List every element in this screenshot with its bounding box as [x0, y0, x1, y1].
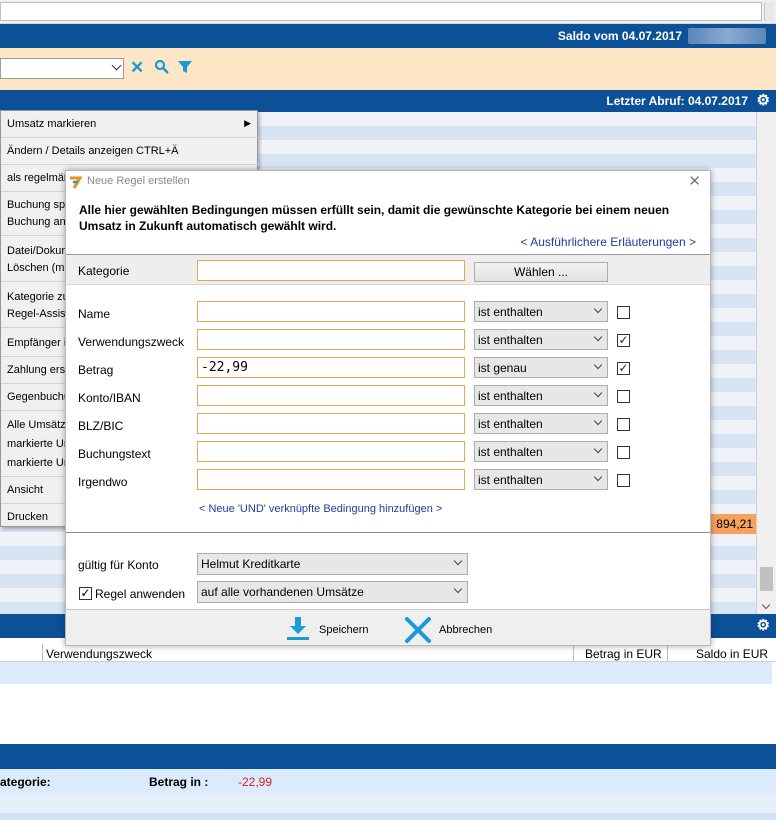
- menu-item-aendern[interactable]: Ändern / Details anzeigen CTRL+Ä: [1, 138, 259, 165]
- condition-operator-name[interactable]: ist enthalten: [474, 301, 608, 322]
- col-verwendungszweck[interactable]: Verwendungszweck: [46, 647, 152, 661]
- condition-checkbox-name[interactable]: [617, 306, 630, 319]
- apply-rule-checkbox[interactable]: ✓: [79, 587, 92, 600]
- condition-input-betrag[interactable]: -22,99: [197, 357, 465, 378]
- condition-input-buchungstext[interactable]: [197, 441, 465, 462]
- condition-label-verwendungszweck: Verwendungszweck: [78, 335, 185, 349]
- condition-input-name[interactable]: [197, 301, 465, 322]
- gear-icon[interactable]: ⚙: [757, 618, 770, 633]
- clear-filter-icon[interactable]: ✕: [130, 59, 144, 77]
- col-betrag[interactable]: Betrag in EUR: [585, 647, 662, 661]
- saldo-value-blurred: [688, 28, 766, 44]
- condition-operator-irgendwo[interactable]: ist enthalten: [474, 469, 608, 490]
- close-icon: [405, 617, 431, 643]
- submenu-arrow-icon: ▶: [244, 118, 251, 128]
- detail-empty-area: [0, 684, 772, 744]
- scroll-down-icon[interactable]: [761, 600, 771, 610]
- apply-rule-label[interactable]: Regel anwenden: [95, 587, 185, 601]
- condition-input-verwendungszweck[interactable]: [197, 329, 465, 350]
- condition-checkbox-konto[interactable]: [617, 390, 630, 403]
- chevron-down-icon: [593, 360, 603, 370]
- detail-row[interactable]: [0, 662, 772, 684]
- account-select[interactable]: Helmut Kreditkarte: [197, 553, 468, 575]
- apply-scope-select[interactable]: auf alle vorhandenen Umsätze: [197, 581, 468, 603]
- download-icon: [287, 617, 309, 640]
- abruf-label: Letzter Abruf: 04.07.2017: [606, 94, 748, 108]
- condition-input-blz[interactable]: [197, 413, 465, 434]
- chevron-down-icon: [593, 332, 603, 342]
- condition-checkbox-buchungstext[interactable]: [617, 446, 630, 459]
- condition-input-irgendwo[interactable]: [197, 469, 465, 490]
- chevron-down-icon: [593, 444, 603, 454]
- table-scrollbar[interactable]: [756, 112, 776, 614]
- chevron-down-icon: [593, 416, 603, 426]
- new-rule-dialog: Neue Regel erstellen ✕ Alle hier gewählt…: [65, 170, 711, 646]
- gear-icon[interactable]: ⚙: [757, 93, 770, 108]
- chevron-down-icon: [453, 556, 463, 566]
- condition-checkbox-blz[interactable]: [617, 418, 630, 431]
- info-row-2: [0, 793, 776, 813]
- condition-label-name: Name: [78, 307, 111, 321]
- menu-item-umsatz-markieren[interactable]: Umsatz markieren ▶: [1, 111, 259, 138]
- filter-combo[interactable]: [0, 58, 124, 79]
- save-button[interactable]: Speichern: [285, 616, 375, 642]
- chevron-down-icon: [111, 60, 122, 71]
- add-condition-link[interactable]: < Neue 'UND' verknüpfte Bedingung hinzuf…: [199, 503, 442, 515]
- more-info-link[interactable]: < Ausführlichere Erläuterungen >: [521, 235, 696, 249]
- cancel-button[interactable]: Abbrechen: [404, 616, 504, 643]
- cancel-label: Abbrechen: [439, 624, 493, 636]
- condition-checkbox-betrag[interactable]: ✓: [617, 362, 630, 375]
- chevron-down-icon: [453, 584, 463, 594]
- choose-category-button[interactable]: Wählen ...: [474, 262, 608, 282]
- info-row-3: [0, 813, 776, 820]
- condition-label-irgendwo: Irgendwo: [78, 475, 128, 489]
- dialog-footer: Speichern Abbrechen: [66, 609, 710, 645]
- kategorie-label: Kategorie: [78, 264, 130, 278]
- account-label: gültig für Konto: [78, 558, 159, 572]
- window-scroll-button[interactable]: [764, 2, 774, 21]
- chevron-down-icon: [593, 304, 603, 314]
- dialog-title: Neue Regel erstellen: [87, 175, 190, 187]
- address-box: [0, 2, 762, 21]
- condition-label-konto: Konto/IBAN: [78, 391, 141, 405]
- window-top-strip: [0, 0, 776, 24]
- condition-checkbox-irgendwo[interactable]: [617, 474, 630, 487]
- condition-label-betrag: Betrag: [78, 363, 114, 377]
- info-bar: [0, 744, 776, 769]
- condition-operator-konto[interactable]: ist enthalten: [474, 385, 608, 406]
- info-row: ategorie: Betrag in : -22,99: [0, 769, 776, 793]
- col-saldo[interactable]: Saldo in EUR: [696, 647, 768, 661]
- kategorie-row: Kategorie Wählen ...: [66, 255, 710, 285]
- dialog-titlebar: Neue Regel erstellen ✕: [66, 171, 710, 193]
- condition-operator-blz[interactable]: ist enthalten: [474, 413, 608, 434]
- highlighted-amount: 894,21: [711, 514, 756, 534]
- filter-icon[interactable]: [177, 59, 193, 79]
- condition-label-buchungstext: Buchungstext: [78, 447, 151, 461]
- betrag-label: Betrag in :: [149, 775, 209, 789]
- condition-operator-buchungstext[interactable]: ist enthalten: [474, 441, 608, 462]
- condition-input-konto[interactable]: [197, 385, 465, 406]
- close-icon[interactable]: ✕: [688, 172, 701, 190]
- condition-checkbox-verwendungszweck[interactable]: ✓: [617, 334, 630, 347]
- kategorie-input[interactable]: [197, 260, 465, 281]
- kategorie-label: ategorie:: [0, 775, 51, 789]
- save-label: Speichern: [319, 624, 369, 636]
- betrag-value: -22,99: [238, 775, 273, 789]
- condition-operator-verwendungszweck[interactable]: ist enthalten: [474, 329, 608, 350]
- condition-label-blz: BLZ/BIC: [78, 419, 124, 433]
- intro-text: Alle hier gewählten Bedingungen müssen e…: [79, 203, 670, 233]
- filter-bar: ✕: [0, 48, 776, 90]
- condition-operator-betrag[interactable]: ist genau: [474, 357, 608, 378]
- search-icon[interactable]: [154, 59, 170, 79]
- saldo-bar: Saldo vom 04.07.2017: [0, 24, 776, 48]
- saldo-label: Saldo vom 04.07.2017: [557, 29, 682, 43]
- abruf-bar: Letzter Abruf: 04.07.2017 ⚙: [0, 90, 776, 112]
- app-logo-icon: [70, 176, 82, 189]
- chevron-down-icon: [593, 388, 603, 398]
- chevron-down-icon: [593, 472, 603, 482]
- scrollbar-thumb[interactable]: [760, 567, 773, 591]
